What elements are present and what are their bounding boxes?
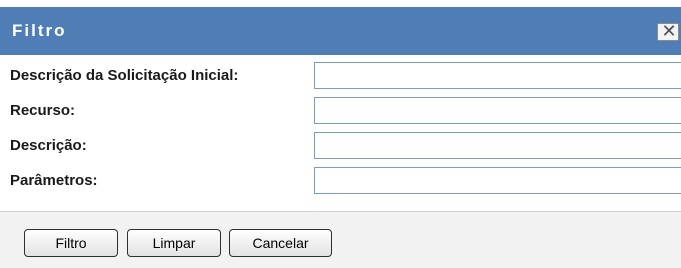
clear-button[interactable]: Limpar	[127, 229, 221, 257]
resource-input[interactable]	[314, 97, 681, 124]
parameters-input[interactable]	[314, 167, 681, 194]
dialog-title: Filtro	[12, 21, 67, 40]
close-icon: ✕	[661, 21, 677, 42]
filter-form: Descrição da Solicitação Inicial: Recurs…	[0, 55, 681, 210]
form-row-parameters: Parâmetros:	[0, 163, 681, 198]
parameters-label: Parâmetros:	[10, 172, 98, 189]
description-input[interactable]	[314, 132, 681, 159]
initial-request-description-label: Descrição da Solicitação Inicial:	[10, 67, 239, 84]
initial-request-description-input[interactable]	[314, 62, 681, 89]
form-row-resource: Recurso:	[0, 93, 681, 128]
dialog-titlebar: Filtro ✕	[0, 7, 681, 55]
cancel-button[interactable]: Cancelar	[229, 229, 332, 257]
close-button[interactable]: ✕	[657, 21, 679, 42]
description-label: Descrição:	[10, 137, 87, 154]
dialog-footer: Filtro Limpar Cancelar	[0, 211, 681, 268]
form-row-initial-request-description: Descrição da Solicitação Inicial:	[0, 58, 681, 93]
filter-dialog: Filtro ✕ Descrição da Solicitação Inicia…	[0, 0, 681, 268]
filter-button[interactable]: Filtro	[24, 229, 118, 257]
form-row-description: Descrição:	[0, 128, 681, 163]
resource-label: Recurso:	[10, 102, 76, 119]
